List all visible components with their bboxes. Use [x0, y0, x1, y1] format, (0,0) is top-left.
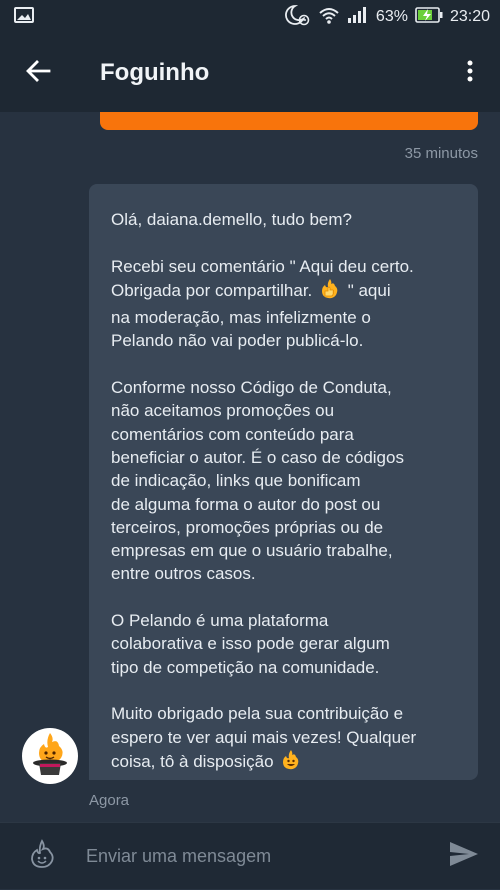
- grinning-fire-emoji-icon: [280, 749, 302, 777]
- avatar[interactable]: [22, 728, 78, 784]
- message-composer: [0, 822, 500, 889]
- moon-alarm-icon: [284, 4, 311, 31]
- more-options-button[interactable]: [440, 34, 500, 112]
- image-icon: [14, 6, 34, 28]
- signal-icon: [347, 6, 369, 29]
- app-header: Foguinho: [0, 34, 500, 112]
- message-paragraph-code-of-conduct: Conforme nosso Código de Conduta, não ac…: [111, 378, 404, 584]
- message-paragraph-thanks: Muito obrigado pela sua contribuição e e…: [111, 702, 458, 777]
- message-timestamp: Agora: [89, 792, 130, 809]
- status-bar: 63% 23:20: [0, 0, 500, 34]
- paragraph-text: Muito obrigado pela sua contribuição e e…: [111, 704, 417, 771]
- back-arrow-icon: [25, 59, 51, 88]
- message-input[interactable]: [84, 835, 428, 877]
- message-paragraph-platform: O Pelando é uma plataforma colaborativa …: [111, 611, 390, 677]
- previous-sent-message-bubble: [100, 112, 478, 130]
- received-message-bubble: Olá, daiana.demello, tudo bem? Recebi se…: [89, 184, 478, 780]
- battery-charging-icon: [415, 6, 443, 29]
- back-button[interactable]: [0, 34, 76, 112]
- message-paragraph-moderation: Recebi seu comentário " Aqui deu certo. …: [111, 255, 458, 353]
- send-button[interactable]: [428, 823, 500, 890]
- send-icon: [449, 841, 479, 872]
- wifi-icon: [318, 5, 340, 30]
- more-vertical-icon: [467, 60, 473, 87]
- message-paragraph-greeting: Olá, daiana.demello, tudo bem?: [111, 210, 352, 229]
- clock-time: 23:20: [449, 8, 490, 25]
- foguinho-mascot-icon: [28, 731, 72, 782]
- previous-message-timestamp: 35 minutos: [404, 145, 478, 162]
- thumbs-up-emoji-icon: [319, 278, 341, 306]
- fire-smiley-icon: [29, 838, 55, 874]
- conversation-title: Foguinho: [100, 59, 210, 86]
- status-right-group: 63% 23:20: [284, 4, 490, 31]
- battery-percent: 63%: [375, 8, 408, 25]
- emoji-button[interactable]: [0, 823, 84, 890]
